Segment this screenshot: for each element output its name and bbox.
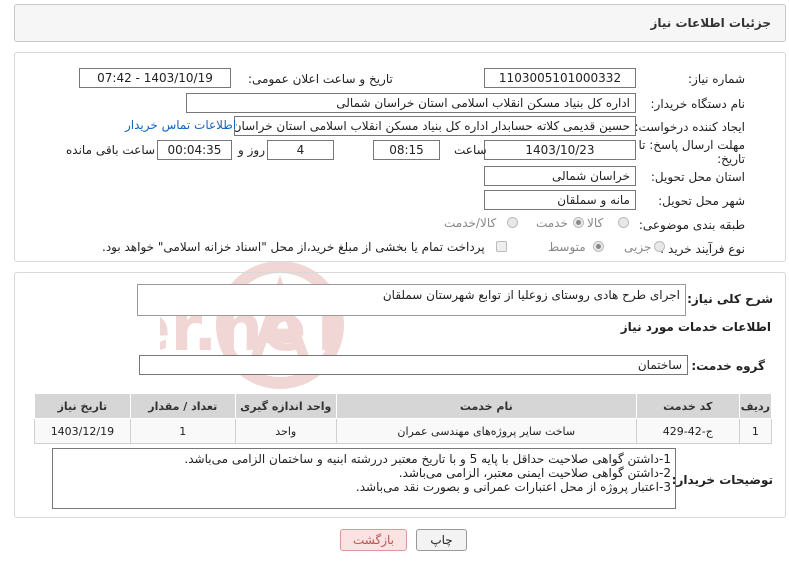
cell-row-number: 1 <box>738 418 773 444</box>
deadline-time-field: 08:15 <box>373 140 440 160</box>
back-button[interactable]: بازگشت <box>340 529 407 551</box>
col-code-header: کد خدمت <box>635 393 740 419</box>
treasury-note: پرداخت تمام یا بخشی از مبلغ خرید،از محل … <box>102 240 485 254</box>
page-title: جزئیات اطلاعات نیاز <box>650 16 771 30</box>
cell-quantity: 1 <box>129 418 236 444</box>
process-option-medium: متوسط <box>548 240 586 254</box>
cell-service-name: ساخت سایر پروژه‌های مهندسی عمران <box>335 418 637 444</box>
buyer-contact-link[interactable]: اطلاعات تماس خریدار <box>125 118 236 132</box>
category-radio-service[interactable] <box>573 217 584 228</box>
deadline-date-label: تاریخ: <box>717 152 745 166</box>
process-type-label: نوع فرآیند خرید : <box>660 242 745 256</box>
category-radio-goods[interactable] <box>618 217 629 228</box>
cell-service-code: ج-42-429 <box>635 418 740 444</box>
table-row: 1 ج-42-429 ساخت سایر پروژه‌های مهندسی عم… <box>34 418 773 444</box>
col-row-header: ردیف <box>738 393 773 419</box>
category-radio-goods-service[interactable] <box>507 217 518 228</box>
category-option-service: خدمت <box>536 216 568 230</box>
cell-need-date: 1403/12/19 <box>34 418 131 444</box>
buyer-notes-field: 1-داشتن گواهی صلاحیت حداقل با پایه 5 و ب… <box>52 448 676 509</box>
creator-label: ایجاد کننده درخواست: <box>634 120 745 134</box>
col-qty-header: تعداد / مقدار <box>129 393 236 419</box>
col-date-header: تاریخ نیاز <box>34 393 131 419</box>
announce-datetime-label: تاریخ و ساعت اعلان عمومی: <box>248 72 393 86</box>
category-option-goods-service: کالا/خدمت <box>444 216 497 230</box>
province-field: خراسان شمالی <box>484 166 636 186</box>
table-header-row: ردیف کد خدمت نام خدمت واحد اندازه گیری ت… <box>34 393 773 419</box>
deadline-time-label: ساعت <box>454 143 487 157</box>
services-section-title: اطلاعات خدمات مورد نیاز <box>620 320 771 334</box>
process-option-minor: جزیی <box>624 240 652 254</box>
service-group-field: ساختمان <box>139 355 688 375</box>
buyer-note-line: 3-اعتبار پروژه از محل اعتبارات عمرانی و … <box>355 480 671 494</box>
service-group-label: گروه خدمت: <box>691 359 765 373</box>
days-remaining-field: 4 <box>267 140 334 160</box>
treasury-checkbox[interactable] <box>496 241 507 252</box>
process-radio-minor[interactable] <box>654 241 665 252</box>
need-number-field: 1103005101000332 <box>484 68 636 88</box>
time-remaining-label: ساعت باقی مانده <box>66 143 156 157</box>
print-button[interactable]: چاپ <box>416 529 467 551</box>
deadline-label: مهلت ارسال پاسخ: تا <box>638 138 745 152</box>
city-label: شهر محل تحویل: <box>658 194 745 208</box>
category-option-goods: کالا <box>587 216 604 230</box>
cell-unit: واحد <box>234 418 337 444</box>
page-header: جزئیات اطلاعات نیاز <box>14 4 786 42</box>
buyer-org-label: نام دستگاه خریدار: <box>650 97 746 111</box>
days-label: روز و <box>238 143 265 157</box>
buyer-org-field: اداره کل بنیاد مسکن انقلاب اسلامی استان … <box>186 93 636 113</box>
announce-datetime-field: 1403/10/19 - 07:42 <box>79 68 231 88</box>
deadline-date-field: 1403/10/23 <box>484 140 636 160</box>
creator-field: حسین قدیمی کلاته حسابدار اداره کل بنیاد … <box>234 116 636 136</box>
col-name-header: نام خدمت <box>335 393 637 419</box>
col-unit-header: واحد اندازه گیری <box>234 393 337 419</box>
summary-label: شرح کلی نیاز: <box>687 292 773 306</box>
process-radio-medium[interactable] <box>593 241 604 252</box>
services-table: ردیف کد خدمت نام خدمت واحد اندازه گیری ت… <box>34 393 773 444</box>
summary-field: اجرای طرح هادی روستای زوعلیا از توابع شه… <box>137 284 686 316</box>
buyer-note-line: 2-داشتن گواهی صلاحیت ایمنی معتبر، الزامی… <box>398 466 671 480</box>
buyer-note-line: 1-داشتن گواهی صلاحیت حداقل با پایه 5 و ب… <box>184 452 671 466</box>
category-label: طبقه بندی موضوعی: <box>638 218 745 232</box>
city-field: مانه و سملقان <box>484 190 636 210</box>
need-number-label: شماره نیاز: <box>688 72 745 86</box>
buyer-notes-label: توضیحات خریدار: <box>671 473 773 487</box>
province-label: استان محل تحویل: <box>650 170 745 184</box>
time-remaining-field: 00:04:35 <box>157 140 232 160</box>
